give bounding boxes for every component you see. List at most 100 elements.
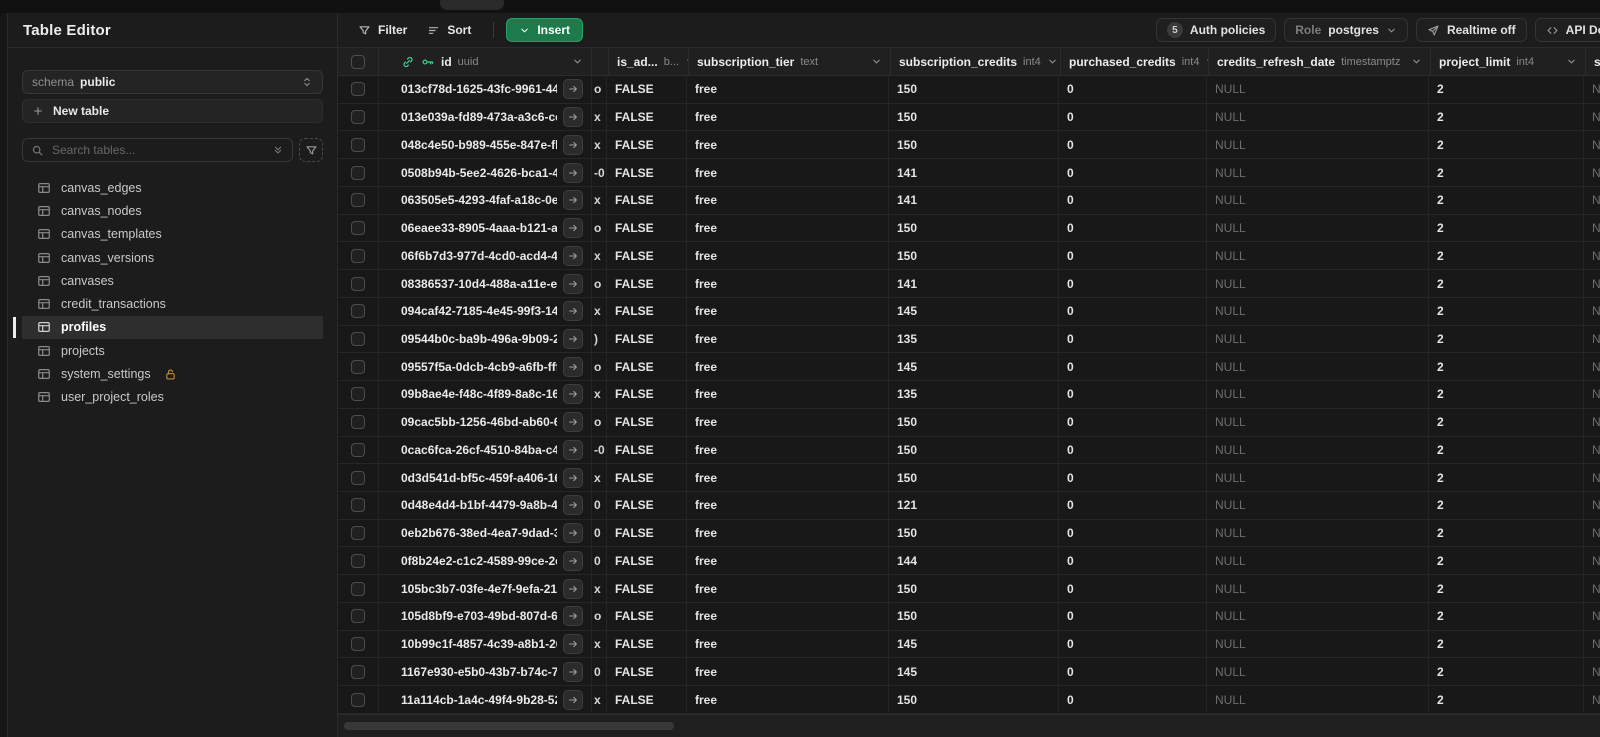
expand-row-button[interactable]: [563, 245, 583, 266]
cell-id[interactable]: 0508b94b-5ee2-4626-bca1-4bca...: [379, 159, 592, 186]
cell-select[interactable]: [338, 325, 379, 353]
cell-is-admin[interactable]: FALSE: [607, 76, 687, 103]
column-header-subscription-tier[interactable]: subscription_tier text: [689, 48, 891, 75]
row-checkbox[interactable]: [351, 692, 365, 707]
cell-su-partial[interactable]: NULL: [1584, 686, 1600, 713]
row-checkbox[interactable]: [351, 470, 365, 485]
row-checkbox[interactable]: [351, 637, 365, 652]
cell-id[interactable]: 0d3d541d-bf5c-459f-a406-16b93...: [379, 464, 592, 492]
cell-is-admin[interactable]: FALSE: [607, 408, 687, 436]
cell-su-partial[interactable]: NULL: [1584, 547, 1600, 574]
sidebar-table-user_project_roles[interactable]: user_project_roles: [22, 386, 323, 409]
cell-project-limit[interactable]: 2: [1429, 630, 1584, 658]
cell-credits-refresh-date[interactable]: NULL: [1207, 186, 1429, 214]
cell-select[interactable]: [338, 131, 379, 159]
new-table-button[interactable]: New table: [22, 99, 323, 123]
column-menu-chevron-icon[interactable]: [1566, 56, 1577, 67]
cell-subscription-tier[interactable]: free: [687, 547, 889, 575]
cell-su-partial[interactable]: NULL: [1584, 381, 1600, 408]
cell-id[interactable]: 09544b0c-ba9b-496a-9b09-244...: [379, 325, 592, 353]
expand-row-button[interactable]: [563, 190, 583, 211]
cell-select[interactable]: [338, 297, 379, 325]
cell-su-partial[interactable]: NULL: [1584, 104, 1600, 131]
schema-selector[interactable]: schema public: [22, 70, 323, 94]
cell-select[interactable]: [338, 436, 379, 464]
column-header-select[interactable]: [338, 48, 379, 75]
row-checkbox[interactable]: [351, 442, 365, 457]
cell-is-admin[interactable]: FALSE: [607, 658, 687, 686]
cell-subscription-tier[interactable]: free: [687, 186, 889, 214]
cell-purchased-credits[interactable]: 0: [1059, 408, 1207, 436]
cell-credits-refresh-date[interactable]: NULL: [1207, 159, 1429, 186]
expand-row-button[interactable]: [563, 412, 583, 433]
cell-project-limit[interactable]: 2: [1429, 658, 1584, 686]
cell-clip[interactable]: x: [592, 575, 607, 602]
cell-su-partial[interactable]: NULL: [1584, 326, 1600, 353]
cell-subscription-credits[interactable]: 145: [889, 658, 1059, 686]
sidebar-table-canvas_edges[interactable]: canvas_edges: [22, 176, 323, 199]
row-checkbox[interactable]: [351, 664, 365, 679]
row-checkbox[interactable]: [351, 110, 365, 125]
cell-credits-refresh-date[interactable]: NULL: [1207, 270, 1429, 297]
cell-subscription-credits[interactable]: 121: [889, 492, 1059, 519]
cell-purchased-credits[interactable]: 0: [1059, 519, 1207, 547]
cell-subscription-credits[interactable]: 150: [889, 575, 1059, 602]
cell-is-admin[interactable]: FALSE: [607, 575, 687, 602]
sidebar-table-credit_transactions[interactable]: credit_transactions: [22, 292, 323, 315]
cell-id[interactable]: 1167e930-e5b0-43b7-b74c-788c9...: [379, 658, 592, 686]
row-checkbox[interactable]: [351, 609, 365, 624]
cell-purchased-credits[interactable]: 0: [1059, 602, 1207, 630]
cell-subscription-credits[interactable]: 141: [889, 270, 1059, 297]
cell-purchased-credits[interactable]: 0: [1059, 547, 1207, 575]
expand-row-button[interactable]: [563, 606, 583, 627]
cell-purchased-credits[interactable]: 0: [1059, 325, 1207, 353]
row-checkbox[interactable]: [351, 165, 365, 180]
cell-select[interactable]: [338, 381, 379, 408]
select-all-checkbox[interactable]: [351, 54, 365, 69]
cell-project-limit[interactable]: 2: [1429, 547, 1584, 575]
cell-clip[interactable]: 0: [592, 658, 607, 686]
cell-su-partial[interactable]: NULL: [1584, 464, 1600, 491]
cell-subscription-tier[interactable]: free: [687, 519, 889, 547]
cell-project-limit[interactable]: 2: [1429, 464, 1584, 492]
cell-subscription-tier[interactable]: free: [687, 408, 889, 436]
cell-credits-refresh-date[interactable]: NULL: [1207, 103, 1429, 131]
cell-is-admin[interactable]: FALSE: [607, 297, 687, 325]
expand-row-button[interactable]: [563, 689, 583, 710]
cell-id[interactable]: 0d48e4d4-b1bf-4479-9a8b-4a4b...: [379, 492, 592, 519]
cell-clip[interactable]: x: [592, 242, 607, 270]
cell-id[interactable]: 08386537-10d4-488a-a11e-eb5a6...: [379, 270, 592, 297]
cell-id[interactable]: 048c4e50-b989-455e-847e-fb2f...: [379, 131, 592, 159]
cell-subscription-credits[interactable]: 145: [889, 630, 1059, 658]
cell-su-partial[interactable]: NULL: [1584, 159, 1600, 186]
cell-purchased-credits[interactable]: 0: [1059, 242, 1207, 270]
cell-subscription-tier[interactable]: free: [687, 297, 889, 325]
row-checkbox[interactable]: [351, 415, 365, 430]
cell-purchased-credits[interactable]: 0: [1059, 270, 1207, 297]
cell-subscription-credits[interactable]: 150: [889, 686, 1059, 713]
cell-subscription-credits[interactable]: 135: [889, 381, 1059, 408]
cell-project-limit[interactable]: 2: [1429, 381, 1584, 408]
cell-project-limit[interactable]: 2: [1429, 353, 1584, 381]
cell-clip[interactable]: x: [592, 381, 607, 408]
cell-is-admin[interactable]: FALSE: [607, 270, 687, 297]
cell-project-limit[interactable]: 2: [1429, 408, 1584, 436]
cell-project-limit[interactable]: 2: [1429, 242, 1584, 270]
cell-id[interactable]: 06f6b7d3-977d-4cd0-acd4-4a78...: [379, 242, 592, 270]
cell-project-limit[interactable]: 2: [1429, 492, 1584, 519]
cell-select[interactable]: [338, 408, 379, 436]
cell-is-admin[interactable]: FALSE: [607, 242, 687, 270]
cell-subscription-tier[interactable]: free: [687, 270, 889, 297]
cell-subscription-tier[interactable]: free: [687, 381, 889, 408]
search-tables-input[interactable]: [50, 142, 266, 158]
cell-purchased-credits[interactable]: 0: [1059, 436, 1207, 464]
cell-credits-refresh-date[interactable]: NULL: [1207, 630, 1429, 658]
sidebar-table-canvas_versions[interactable]: canvas_versions: [22, 246, 323, 269]
cell-select[interactable]: [338, 214, 379, 242]
cell-su-partial[interactable]: NULL: [1584, 187, 1600, 214]
cell-su-partial[interactable]: NULL: [1584, 298, 1600, 325]
cell-purchased-credits[interactable]: 0: [1059, 186, 1207, 214]
cell-select[interactable]: [338, 630, 379, 658]
cell-credits-refresh-date[interactable]: NULL: [1207, 214, 1429, 242]
cell-credits-refresh-date[interactable]: NULL: [1207, 76, 1429, 103]
